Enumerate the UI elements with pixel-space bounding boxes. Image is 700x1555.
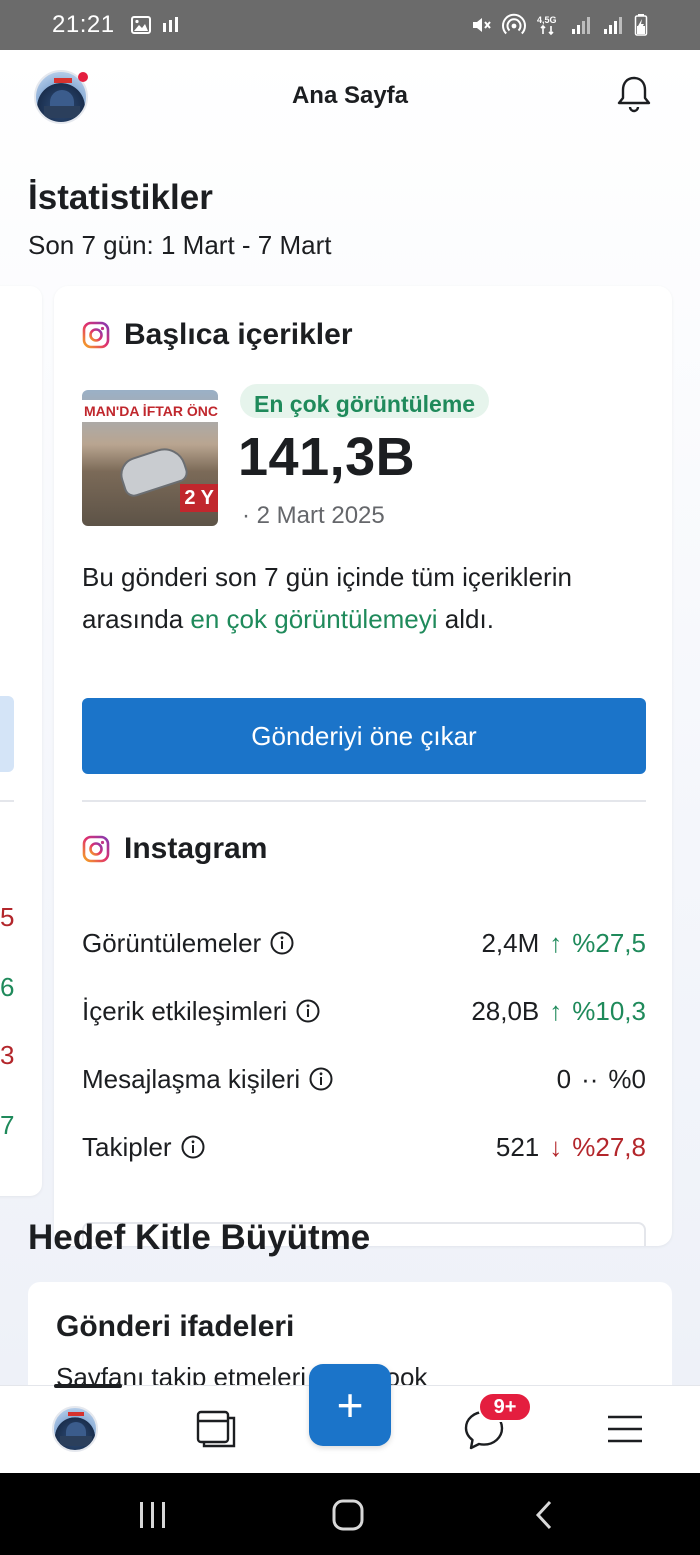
- top-content-title: Başlıca içerikler: [124, 318, 353, 351]
- thumbnail-car-shape: [115, 442, 191, 500]
- metric-label: Mesajlaşma kişileri: [82, 1063, 301, 1094]
- audience-growth-title: Hedef Kitle Büyütme: [28, 1218, 371, 1257]
- signal-2-icon: [604, 17, 622, 34]
- home-icon[interactable]: [330, 1497, 366, 1533]
- menu-icon[interactable]: [604, 1408, 648, 1452]
- metric-change: %27,5: [572, 927, 646, 958]
- metric-change: %0: [608, 1063, 646, 1094]
- metric-value: 521: [495, 1131, 540, 1162]
- mute-icon: [473, 18, 491, 32]
- peek-value: 5: [0, 902, 15, 932]
- gallery-icon: [130, 16, 151, 34]
- avatar-notification-dot: [78, 72, 88, 82]
- metric-change: %10,3: [572, 995, 646, 1026]
- metric-label: İçerik etkileşimleri: [82, 995, 288, 1026]
- top-post-date: · 2 Mart 2025: [242, 502, 385, 529]
- instagram-icon: [82, 321, 110, 349]
- most-views-pill: En çok görüntüleme: [240, 384, 490, 418]
- stats-title: İstatistikler: [28, 178, 213, 217]
- metric-value: 0: [556, 1063, 572, 1094]
- instagram-title: Instagram: [124, 832, 268, 865]
- peek-value: 3: [0, 1040, 15, 1070]
- metric-label: Görüntülemeler: [82, 927, 262, 958]
- hotspot-icon: [502, 13, 526, 35]
- top-post-description: Bu gönderi son 7 gün içinde tüm içerikle…: [82, 562, 572, 634]
- info-icon[interactable]: [180, 1134, 206, 1160]
- peek-value: 6: [0, 972, 15, 1002]
- section-divider: [82, 800, 646, 802]
- top-post-views: 141,3B: [238, 427, 416, 487]
- info-icon[interactable]: [308, 1066, 334, 1092]
- thumbnail-badge: 2 Y: [180, 484, 218, 512]
- arrow-up-icon: ↑: [549, 927, 563, 958]
- tab-home-avatar[interactable]: [52, 1406, 98, 1452]
- top-bar: Ana Sayfa: [0, 50, 700, 146]
- network-4.5g-icon: 4,5G: [537, 15, 557, 36]
- messages-badge: 9+: [478, 1392, 532, 1422]
- peek-button[interactable]: [0, 696, 14, 772]
- boost-post-button[interactable]: Gönderiyi öne çıkar: [82, 698, 646, 774]
- metric-change: %27,8: [572, 1131, 646, 1162]
- bell-icon[interactable]: [612, 72, 656, 116]
- instagram-icon: [82, 835, 110, 863]
- peek-divider: [0, 800, 14, 802]
- create-button[interactable]: +: [309, 1364, 391, 1446]
- metric-value: 28,0B: [471, 995, 540, 1026]
- system-navigation-bar: [0, 1473, 700, 1555]
- arrow-up-icon: ↑: [549, 995, 563, 1026]
- app-content: Ana Sayfa İstatistikler Son 7 gün: 1 Mar…: [0, 50, 700, 1385]
- battery-charging-icon: [634, 14, 648, 36]
- back-icon[interactable]: [530, 1499, 560, 1531]
- thumbnail-banner-text: MAN'DA İFTAR ÖNCESİ: [82, 400, 218, 422]
- status-time: 21:21: [52, 11, 115, 38]
- top-content-card: Başlıca içerikler MAN'DA İFTAR ÖNCESİ 2 …: [54, 286, 672, 1246]
- signal-1-icon: [572, 17, 590, 34]
- neutral-dots-icon: ··: [581, 1063, 599, 1094]
- stats-date-range: Son 7 gün: 1 Mart - 7 Mart: [28, 230, 332, 260]
- metric-value: 2,4M: [481, 927, 540, 958]
- metric-row-messaging[interactable]: Mesajlaşma kişileri 0 ·· %0: [82, 1054, 646, 1104]
- top-content-header: Başlıca içerikler: [82, 318, 353, 352]
- arrow-down-icon: ↓: [549, 1131, 563, 1162]
- post-reactions-title: Gönderi ifadeleri: [56, 1310, 295, 1343]
- description-highlight: en çok görüntülemeyi: [190, 604, 438, 634]
- metric-row-engagements[interactable]: İçerik etkileşimleri 28,0B ↑ %10,3: [82, 986, 646, 1036]
- recent-apps-icon[interactable]: [136, 1499, 170, 1531]
- info-icon[interactable]: [269, 930, 295, 956]
- content-icon[interactable]: [194, 1406, 238, 1450]
- previous-card-peek[interactable]: 5 6 3 7: [0, 286, 42, 1196]
- signal-bars-icon: [162, 17, 178, 32]
- info-icon[interactable]: [295, 998, 321, 1024]
- metric-row-views[interactable]: Görüntülemeler 2,4M ↑ %27,5: [82, 918, 646, 968]
- svg-text:4,5G: 4,5G: [537, 15, 557, 25]
- metric-row-follows[interactable]: Takipler 521 ↓ %27,8: [82, 1122, 646, 1172]
- status-bar: 21:21 4,5G: [0, 0, 700, 50]
- instagram-header: Instagram: [82, 832, 267, 866]
- peek-value: 7: [0, 1110, 15, 1140]
- post-thumbnail[interactable]: MAN'DA İFTAR ÖNCESİ 2 Y: [82, 390, 218, 526]
- metric-label: Takipler: [82, 1131, 172, 1162]
- page-title: Ana Sayfa: [291, 82, 409, 109]
- active-tab-indicator: [54, 1384, 122, 1388]
